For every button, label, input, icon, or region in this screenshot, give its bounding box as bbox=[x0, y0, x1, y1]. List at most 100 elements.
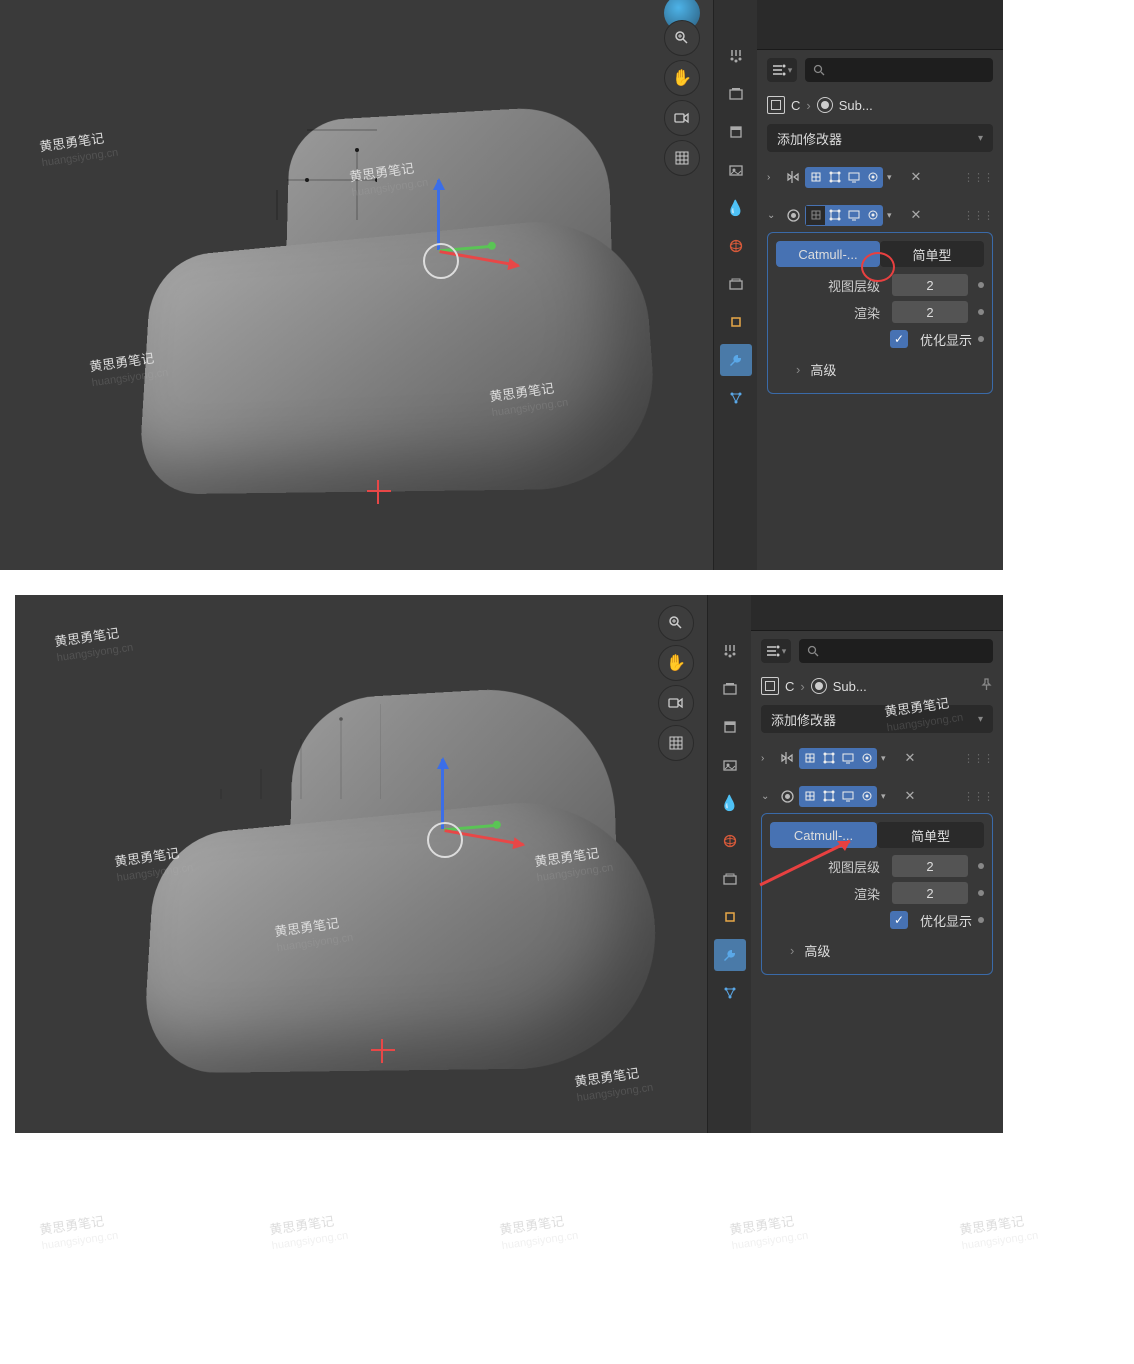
pan-hand-icon[interactable]: ✋ bbox=[664, 60, 700, 96]
catmull-clark-tab[interactable]: Catmull-... bbox=[776, 241, 880, 267]
toggle-on-cage-icon[interactable] bbox=[800, 787, 819, 806]
object-tab-icon[interactable] bbox=[714, 901, 746, 933]
optimal-display-checkbox[interactable]: ✓ bbox=[890, 330, 908, 348]
simple-tab[interactable]: 简单型 bbox=[877, 822, 984, 848]
search-input[interactable] bbox=[799, 639, 993, 663]
expand-icon[interactable]: › bbox=[767, 172, 781, 183]
drag-handle-icon[interactable]: ⋮⋮⋮ bbox=[963, 209, 993, 222]
viewport-levels-input[interactable]: 2 bbox=[892, 855, 968, 877]
toggle-render-icon[interactable] bbox=[863, 168, 882, 187]
drag-handle-icon[interactable]: ⋮⋮⋮ bbox=[963, 752, 993, 765]
render-tab-icon[interactable] bbox=[714, 673, 746, 705]
toggle-on-cage-icon[interactable] bbox=[806, 168, 825, 187]
breadcrumb-modifier[interactable]: Sub... bbox=[839, 98, 873, 113]
zoom-icon[interactable] bbox=[664, 20, 700, 56]
viewlayer-tab-icon[interactable] bbox=[720, 154, 752, 186]
modifier-subsurf-header[interactable]: ⌄ ▾ ✕ ⋮⋮⋮ bbox=[767, 202, 993, 228]
scene-tab-icon[interactable]: 💧 bbox=[720, 192, 752, 224]
pin-icon[interactable] bbox=[980, 678, 993, 694]
chevron-down-icon[interactable]: ▾ bbox=[881, 753, 895, 764]
drag-handle-icon[interactable]: ⋮⋮⋮ bbox=[963, 171, 993, 184]
output-tab-icon[interactable] bbox=[714, 711, 746, 743]
add-modifier-label: 添加修改器 bbox=[771, 710, 836, 729]
breadcrumb-modifier[interactable]: Sub... bbox=[833, 679, 867, 694]
toggle-render-icon[interactable] bbox=[863, 206, 882, 225]
render-levels-input[interactable]: 2 bbox=[892, 882, 968, 904]
anim-dot-icon[interactable] bbox=[978, 890, 984, 896]
search-input[interactable] bbox=[805, 58, 993, 82]
render-levels-input[interactable]: 2 bbox=[892, 301, 968, 323]
tool-tab-icon[interactable] bbox=[720, 40, 752, 72]
toggle-on-cage-icon[interactable] bbox=[800, 749, 819, 768]
toggle-realtime-icon[interactable] bbox=[844, 168, 863, 187]
object-tab-icon[interactable] bbox=[720, 306, 752, 338]
object-icon bbox=[767, 96, 785, 114]
pan-hand-icon[interactable]: ✋ bbox=[658, 645, 694, 681]
world-tab-icon[interactable] bbox=[720, 230, 752, 262]
toggle-render-icon[interactable] bbox=[857, 749, 876, 768]
chevron-right-icon: › bbox=[800, 679, 804, 694]
advanced-toggle[interactable]: 高级 bbox=[770, 935, 984, 966]
close-icon[interactable]: ✕ bbox=[901, 749, 919, 767]
zoom-icon[interactable] bbox=[658, 605, 694, 641]
modifiers-tab-icon[interactable] bbox=[720, 344, 752, 376]
toggle-realtime-icon[interactable] bbox=[838, 787, 857, 806]
viewport-levels-input[interactable]: 2 bbox=[892, 274, 968, 296]
viewport-3d[interactable] bbox=[15, 595, 707, 1133]
modifier-mirror-header[interactable]: › ▾ ✕ ⋮⋮⋮ bbox=[761, 745, 993, 771]
anim-dot-icon[interactable] bbox=[978, 917, 984, 923]
modifiers-tab-icon[interactable] bbox=[714, 939, 746, 971]
anim-dot-icon[interactable] bbox=[978, 336, 984, 342]
toggle-edit-mode-icon[interactable] bbox=[819, 787, 838, 806]
camera-icon[interactable] bbox=[658, 685, 694, 721]
add-modifier-dropdown[interactable]: 添加修改器 bbox=[761, 705, 993, 733]
tool-tab-icon[interactable] bbox=[714, 635, 746, 667]
collection-tab-icon[interactable] bbox=[720, 268, 752, 300]
drag-handle-icon[interactable]: ⋮⋮⋮ bbox=[963, 790, 993, 803]
options-dropdown[interactable] bbox=[767, 58, 797, 82]
add-modifier-dropdown[interactable]: 添加修改器 bbox=[767, 124, 993, 152]
render-levels-label: 渲染 bbox=[770, 884, 886, 903]
toggle-edit-mode-icon[interactable] bbox=[825, 206, 844, 225]
catmull-clark-tab[interactable]: Catmull-... bbox=[770, 822, 877, 848]
camera-icon[interactable] bbox=[664, 100, 700, 136]
close-icon[interactable]: ✕ bbox=[901, 787, 919, 805]
perspective-grid-icon[interactable] bbox=[658, 725, 694, 761]
toggle-realtime-icon[interactable] bbox=[844, 206, 863, 225]
collection-tab-icon[interactable] bbox=[714, 863, 746, 895]
chevron-right-icon: › bbox=[806, 98, 810, 113]
particles-tab-icon[interactable] bbox=[720, 382, 752, 414]
toggle-edit-mode-icon[interactable] bbox=[819, 749, 838, 768]
chevron-down-icon[interactable]: ▾ bbox=[887, 172, 901, 183]
options-dropdown[interactable] bbox=[761, 639, 791, 663]
anim-dot-icon[interactable] bbox=[978, 282, 984, 288]
toggle-realtime-icon[interactable] bbox=[838, 749, 857, 768]
toggle-render-icon[interactable] bbox=[857, 787, 876, 806]
render-tab-icon[interactable] bbox=[720, 78, 752, 110]
modifier-mirror-header[interactable]: › ▾ ✕ ⋮⋮⋮ bbox=[767, 164, 993, 190]
viewlayer-tab-icon[interactable] bbox=[714, 749, 746, 781]
advanced-toggle[interactable]: 高级 bbox=[776, 354, 984, 385]
breadcrumb-object[interactable]: C bbox=[785, 679, 794, 694]
anim-dot-icon[interactable] bbox=[978, 863, 984, 869]
world-tab-icon[interactable] bbox=[714, 825, 746, 857]
collapse-icon[interactable]: ⌄ bbox=[767, 210, 781, 221]
viewport-3d[interactable] bbox=[0, 0, 713, 570]
toggle-edit-mode-icon[interactable] bbox=[825, 168, 844, 187]
toggle-on-cage-icon[interactable] bbox=[806, 206, 825, 225]
close-icon[interactable]: ✕ bbox=[907, 206, 925, 224]
modifier-subsurf-header[interactable]: ⌄ ▾ ✕ ⋮⋮⋮ bbox=[761, 783, 993, 809]
perspective-grid-icon[interactable] bbox=[664, 140, 700, 176]
expand-icon[interactable]: › bbox=[761, 753, 775, 764]
anim-dot-icon[interactable] bbox=[978, 309, 984, 315]
breadcrumb-object[interactable]: C bbox=[791, 98, 800, 113]
optimal-display-checkbox[interactable]: ✓ bbox=[890, 911, 908, 929]
chevron-down-icon[interactable]: ▾ bbox=[887, 210, 901, 221]
simple-tab[interactable]: 简单型 bbox=[880, 241, 984, 267]
particles-tab-icon[interactable] bbox=[714, 977, 746, 1009]
close-icon[interactable]: ✕ bbox=[907, 168, 925, 186]
chevron-down-icon[interactable]: ▾ bbox=[881, 791, 895, 802]
output-tab-icon[interactable] bbox=[720, 116, 752, 148]
collapse-icon[interactable]: ⌄ bbox=[761, 791, 775, 802]
scene-tab-icon[interactable]: 💧 bbox=[714, 787, 746, 819]
